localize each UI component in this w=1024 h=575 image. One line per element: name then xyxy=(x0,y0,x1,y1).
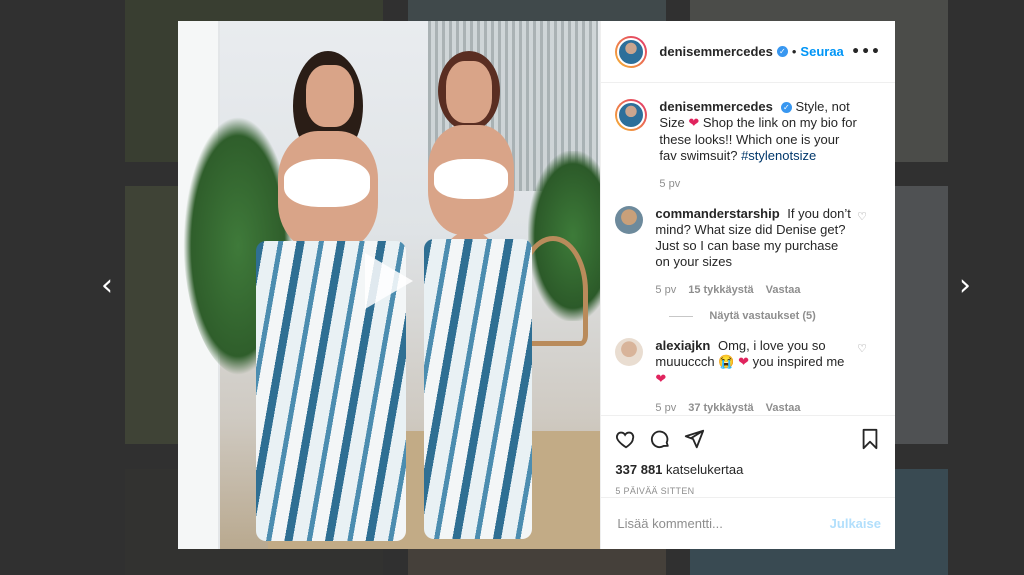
ellipsis-icon[interactable]: ••• xyxy=(851,44,881,60)
share-icon[interactable] xyxy=(683,428,705,450)
comment-icon[interactable] xyxy=(649,428,671,450)
post-actions: 337 881 katselukertaa 5 PÄIVÄÄ SITTEN xyxy=(601,415,895,497)
caption-time[interactable]: 5 pv xyxy=(659,176,680,192)
view-replies-button[interactable]: Näytä vastaukset (5) xyxy=(669,310,881,322)
post-comment-button[interactable]: Julkaise xyxy=(830,516,881,531)
red-heart-emoji-icon: ❤ xyxy=(655,372,667,387)
avatar[interactable] xyxy=(615,35,648,68)
separator: • xyxy=(791,44,797,59)
comment-time[interactable]: 5 pv xyxy=(655,282,676,298)
person-right xyxy=(410,51,560,549)
comments-list[interactable]: denisemmercedes ✓ Style, not Size ❤ Shop … xyxy=(601,83,895,415)
comment-text: you inspired me xyxy=(752,354,845,369)
view-replies-label: Näytä vastaukset (5) xyxy=(709,310,816,322)
next-post-arrow-icon[interactable]: › xyxy=(953,270,977,302)
follow-button[interactable]: Seuraa xyxy=(800,44,843,59)
add-comment-bar: Julkaise xyxy=(601,497,895,549)
comment-item: alexiajkn Omg, i love you so muuuccch 😭 … xyxy=(615,338,881,415)
comment-like-heart-icon[interactable]: ♡ xyxy=(857,210,867,223)
post-sidebar: denisemmercedes ✓ • Seuraa ••• denisemme… xyxy=(600,21,895,549)
avatar[interactable] xyxy=(615,338,644,366)
comment-likes[interactable]: 15 tykkäystä xyxy=(688,282,753,298)
red-heart-emoji-icon: ❤ xyxy=(738,355,749,370)
caption-username[interactable]: denisemmercedes xyxy=(659,99,772,114)
comment-like-heart-icon[interactable]: ♡ xyxy=(857,342,867,355)
posted-time[interactable]: 5 PÄIVÄÄ SITTEN xyxy=(615,486,881,496)
avatar[interactable] xyxy=(615,99,648,131)
reply-button[interactable]: Vastaa xyxy=(766,400,801,415)
caption: denisemmercedes ✓ Style, not Size ❤ Shop … xyxy=(615,99,881,192)
view-count-number: 337 881 xyxy=(615,462,663,477)
post-author-username[interactable]: denisemmercedes xyxy=(659,44,772,59)
verified-badge-icon: ✓ xyxy=(776,46,788,57)
bookmark-icon[interactable] xyxy=(859,428,881,450)
verified-badge-icon: ✓ xyxy=(780,102,792,113)
view-count-label: katselukertaa xyxy=(666,462,744,477)
reply-button[interactable]: Vastaa xyxy=(766,282,801,298)
avatar[interactable] xyxy=(615,206,644,234)
comment-input[interactable] xyxy=(615,515,830,532)
comment-time[interactable]: 5 pv xyxy=(655,400,676,415)
post-video[interactable] xyxy=(178,21,601,549)
comment-likes[interactable]: 37 tykkäystä xyxy=(688,400,753,415)
view-count[interactable]: 337 881 katselukertaa xyxy=(615,462,881,477)
hashtag-link[interactable]: #stylenotsize xyxy=(741,148,816,163)
previous-post-arrow-icon[interactable]: ‹ xyxy=(95,270,119,302)
post-header: denisemmercedes ✓ • Seuraa ••• xyxy=(601,21,895,83)
post-modal: denisemmercedes ✓ • Seuraa ••• denisemme… xyxy=(178,21,895,549)
comment-username[interactable]: commanderstarship xyxy=(655,206,779,221)
crying-emoji-icon: 😭 xyxy=(718,354,735,369)
comment-username[interactable]: alexiajkn xyxy=(655,338,710,353)
comment-item: commanderstarship If you don’t mind? Wha… xyxy=(615,206,881,298)
red-heart-emoji-icon: ❤ xyxy=(688,116,700,131)
heart-icon[interactable] xyxy=(615,428,637,450)
play-icon[interactable] xyxy=(365,253,413,309)
